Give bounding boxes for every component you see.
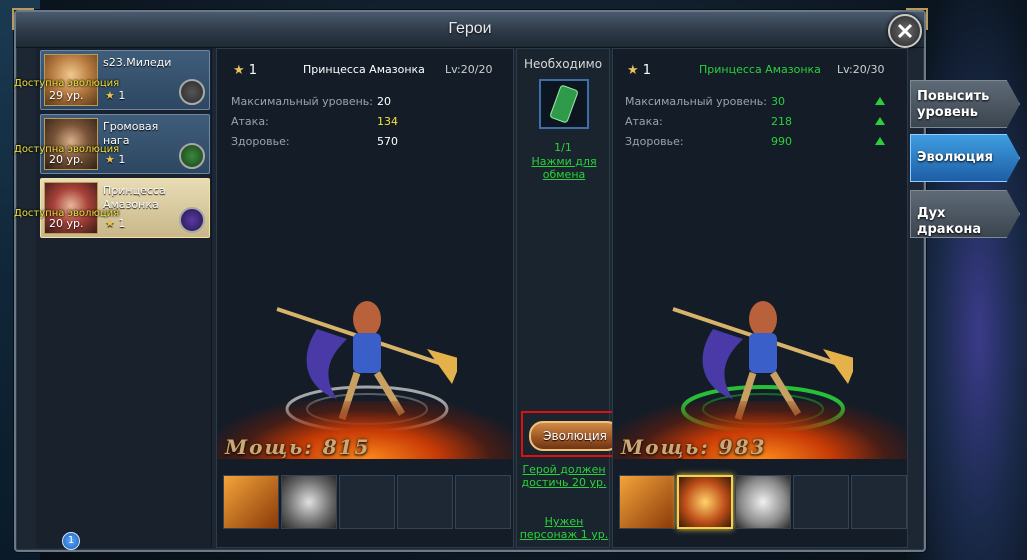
helmet-icon [179,79,205,105]
skill-slot[interactable] [223,475,279,529]
star-icon: ★ [627,63,639,78]
star-icon: ★ [233,63,245,78]
evolution-available-note: Доступна эволюция [14,208,120,219]
evolution-available-note: Доступна эволюция [14,144,120,155]
hero-stars: ★ 1 [105,89,126,102]
star-icon: ★ [105,89,115,102]
evolution-available-note: Доступна эволюция [14,78,120,89]
power-value: Мощь: 983 [621,435,767,459]
item-count: 1/1 [554,141,572,154]
close-icon [897,23,913,39]
shield-icon [179,207,205,233]
tab-evolution[interactable]: Эволюция [910,134,1020,182]
arrow-up-icon [875,117,885,125]
evolved-hero-panel: ★ 1 Принцесса Амазонка Lv:20/30 Максимал… [612,48,908,548]
arrow-up-icon [875,97,885,105]
stat-health: Здоровье: 990 [625,135,792,148]
frame-corner-left [12,8,34,30]
tab-level-up[interactable]: Повысить уровень [910,80,1020,128]
emblem-icon [550,85,578,123]
skill-slot[interactable] [735,475,791,529]
skill-slot-empty [851,475,907,529]
hero-lv: Lv:20/20 [445,63,493,76]
close-button[interactable] [888,14,922,48]
star-rank: ★ 1 [627,63,652,78]
requirement-character[interactable]: Нужен персонаж 1 ур. [519,515,609,541]
tab-dragon-spirit[interactable]: Дух дракона [910,190,1020,238]
swap-link[interactable]: Нажми для обмена [521,155,607,181]
evolution-item-slot[interactable] [539,79,589,129]
hero-name: s23.Миледи [103,56,172,69]
power-value: Мощь: 815 [225,435,371,459]
evolve-button[interactable]: Эволюция [529,421,621,451]
arrow-up-icon [875,137,885,145]
hero-title: Принцесса Амазонка [699,63,821,76]
skill-slot[interactable] [281,475,337,529]
star-rank: ★ 1 [233,63,258,78]
hero-title: Принцесса Амазонка [303,63,425,76]
stat-max-level: Максимальный уровень: 20 [231,95,391,108]
skill-slot-empty [339,475,395,529]
hero-list: s23.Миледи 29 ур. ★ 1 Громовая нага 20 у… [36,48,212,548]
requirement-level[interactable]: Герой должен достичь 20 ур. [519,463,609,489]
stat-health: Здоровье: 570 [231,135,398,148]
hero-lv: Lv:20/30 [837,63,885,76]
current-hero-panel: ★ 1 Принцесса Амазонка Lv:20/20 Максимал… [216,48,514,548]
heroes-window: Герои s23.Миледи 29 ур. ★ 1 Громовая наг… [12,8,928,552]
skill-slot-empty [455,475,511,529]
skill-slot[interactable] [619,475,675,529]
skill-bar [619,475,907,531]
stat-attack: Атака: 218 [625,115,792,128]
window-title: Герои [448,20,492,37]
stat-max-level: Максимальный уровень: 30 [625,95,785,108]
requirements-panel: Необходимо 1/1 Нажми для обмена Эволюция… [516,48,627,548]
skill-bar [223,475,511,531]
requirements-title: Необходимо [523,57,603,71]
skill-slot-new[interactable] [677,475,733,529]
skill-slot-empty [793,475,849,529]
stat-attack: Атака: 134 [231,115,398,128]
skill-slot-empty [397,475,453,529]
hero-level: 29 ур. [49,89,84,102]
notification-badge[interactable]: 1 [62,532,80,550]
potion-icon [179,143,205,169]
title-bar: Герои [16,12,924,48]
